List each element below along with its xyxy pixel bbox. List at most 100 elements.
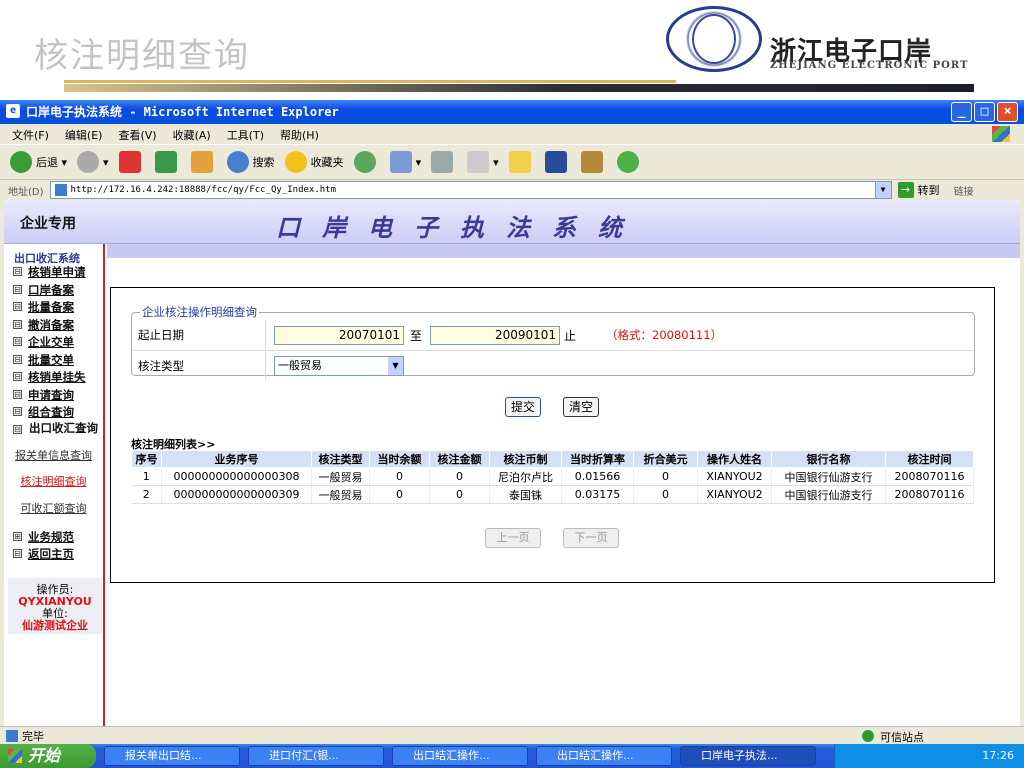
menu-view[interactable]: 查看(V): [118, 127, 156, 144]
back-button[interactable]: 后退 ▾: [10, 151, 67, 173]
nav-item-combined-query[interactable]: ⊟ 组合查询: [4, 404, 103, 422]
menu-bar: 文件(F) 编辑(E) 查看(V) 收藏(A) 工具(T) 帮助(H): [0, 124, 1024, 144]
research-icon: [580, 151, 603, 173]
history-button[interactable]: [353, 151, 380, 173]
nav-item-return-home[interactable]: ⊟ 返回主页: [4, 546, 103, 564]
brand-name-en: ZHEJIANG ELECTRONIC PORT: [770, 60, 969, 71]
search-icon: [226, 151, 249, 173]
zone-text: 可信站点: [880, 731, 924, 744]
search-button[interactable]: 搜索: [226, 151, 275, 173]
cell: 中国银行仙游支行: [771, 467, 886, 486]
research-button[interactable]: [580, 151, 607, 173]
chevron-down-icon: ▼: [388, 356, 403, 375]
clear-button[interactable]: 清空: [563, 397, 599, 417]
collapse-icon: ⊟: [13, 372, 22, 381]
folder-button[interactable]: [508, 151, 535, 173]
taskbar-item-active[interactable]: 口岸电子执法...: [680, 746, 816, 766]
home-button[interactable]: [190, 151, 217, 173]
start-button[interactable]: 开始: [0, 744, 96, 768]
col-header: 折合美元: [633, 450, 698, 468]
taskbar-item[interactable]: 出口结汇操作...: [536, 746, 672, 766]
subnav-verification-detail-query[interactable]: 核注明细查询: [4, 475, 103, 502]
browser-toolbar: 后退 ▾ ▾ 搜索 收藏夹 ▾ ▾: [0, 144, 1024, 180]
maximize-button[interactable]: □: [974, 102, 995, 122]
nav-label: 业务规范: [28, 529, 74, 544]
window-title: 口岸电子执法系统 - Microsoft Internet Explorer: [26, 105, 339, 119]
links-button[interactable]: 链接: [954, 183, 974, 198]
nav-label: 批量备案: [28, 300, 74, 314]
menu-tools[interactable]: 工具(T): [227, 127, 264, 144]
nav-label: 口岸备案: [28, 282, 74, 297]
status-bar: 完毕 可信站点: [0, 726, 1024, 744]
system-title: 口岸电子执法系统: [276, 213, 644, 242]
cell: 2008070116: [885, 485, 974, 504]
nav-item-batch-record[interactable]: ⊟ 批量备案: [4, 299, 103, 317]
left-navigation: 出口收汇系统 ⊟ 核销单申请 ⊟ 口岸备案 ⊟ 批量备案 ⊟ 撤消备案 ⊟ 企业交单 ⊟ 批…: [4, 244, 105, 726]
folder-icon: [508, 151, 531, 173]
stop-button[interactable]: [118, 151, 145, 173]
query-form: 企业核注操作明细查询 起止日期 20070101 至 20090101 止 （格…: [131, 304, 975, 380]
to-label: 至: [410, 328, 423, 343]
cell: XIANYOU2: [697, 467, 772, 486]
nav-item-business-rules[interactable]: ⊞ 业务规范: [4, 529, 103, 547]
cell: 000000000000000309: [161, 485, 312, 504]
taskbar-item[interactable]: 报关单出口结...: [104, 746, 240, 766]
type-row: 核注类型 一般贸易 ▼: [132, 350, 974, 380]
menu-favorites[interactable]: 收藏(A): [173, 127, 211, 144]
taskbar-item[interactable]: 出口结汇操作...: [392, 746, 528, 766]
status-text: 完毕: [22, 729, 44, 743]
submit-button[interactable]: 提交: [505, 397, 541, 417]
query-panel: 企业核注操作明细查询 起止日期 20070101 至 20090101 止 （格…: [110, 287, 995, 583]
nav-item-port-record[interactable]: ⊟ 口岸备案: [4, 282, 103, 300]
favorites-button[interactable]: 收藏夹: [284, 151, 344, 173]
collapse-icon: ⊟: [13, 319, 22, 329]
minimize-button[interactable]: _: [951, 102, 972, 122]
type-select[interactable]: 一般贸易 ▼: [274, 355, 404, 376]
nav-item-report-loss[interactable]: ⊟ 核销单挂失: [4, 369, 103, 387]
subnav-receivable-query[interactable]: 可收汇额查询: [4, 502, 103, 529]
system-tray: 17:26: [834, 744, 1024, 768]
forward-button[interactable]: ▾: [77, 151, 109, 173]
cell: 1: [131, 467, 162, 486]
menu-edit[interactable]: 编辑(E): [65, 127, 103, 144]
ie-icon: e: [6, 104, 20, 118]
col-header: 银行名称: [771, 450, 886, 468]
next-page-button[interactable]: 下一页: [563, 528, 619, 548]
table-row: 1 000000000000000308 一般贸易 0 0 尼泊尔卢比 0.01…: [131, 467, 974, 486]
nav-item-export-query[interactable]: ⊟ 出口收汇查询: [4, 422, 103, 448]
nav-item-company-submit[interactable]: ⊟ 企业交单: [4, 334, 103, 352]
address-label: 地址(D): [8, 186, 44, 198]
mail-button[interactable]: ▾: [389, 151, 421, 173]
stop-icon: [118, 151, 141, 173]
date-to-input[interactable]: 20090101: [430, 325, 561, 345]
messenger-button[interactable]: [544, 151, 571, 173]
print-button[interactable]: [431, 151, 457, 173]
address-url: http://172.16.4.242:18888/fcc/qy/Fcc_Qy_…: [70, 185, 337, 195]
address-input[interactable]: http://172.16.4.242:18888/fcc/qy/Fcc_Qy_…: [49, 181, 892, 199]
edit-button[interactable]: ▾: [467, 151, 499, 173]
nav-item-cancel-record[interactable]: ⊟ 撤消备案: [4, 317, 103, 335]
type-label: 核注类型: [132, 351, 266, 380]
menu-file[interactable]: 文件(F): [12, 127, 49, 144]
nav-item-apply-query[interactable]: ⊟ 申请查询: [4, 387, 103, 405]
cell: 0: [429, 485, 490, 504]
nav-item-batch-submit[interactable]: ⊟ 批量交单: [4, 352, 103, 370]
users-button[interactable]: [616, 151, 643, 173]
back-arrow-icon: [10, 151, 32, 173]
address-dropdown-icon[interactable]: ▼: [874, 182, 891, 198]
go-arrow-icon: →: [897, 182, 914, 198]
cell: XIANYOU2: [697, 485, 772, 504]
menu-help[interactable]: 帮助(H): [280, 127, 319, 144]
prev-page-button[interactable]: 上一页: [485, 528, 541, 548]
cell: 2: [131, 485, 162, 504]
col-header: 核注时间: [885, 450, 974, 468]
taskbar-item[interactable]: 进口付汇(银...: [248, 746, 384, 766]
nav-label: 撤消备案: [28, 317, 74, 332]
close-button[interactable]: ×: [997, 102, 1018, 122]
nav-item-verification-apply[interactable]: ⊟ 核销单申请: [4, 264, 103, 282]
type-select-value: 一般贸易: [278, 358, 322, 372]
date-from-input[interactable]: 20070101: [274, 325, 404, 345]
subnav-customs-info-query[interactable]: 报关单信息查询: [4, 448, 103, 475]
refresh-button[interactable]: [154, 151, 181, 173]
go-button[interactable]: → 转到: [897, 182, 940, 198]
